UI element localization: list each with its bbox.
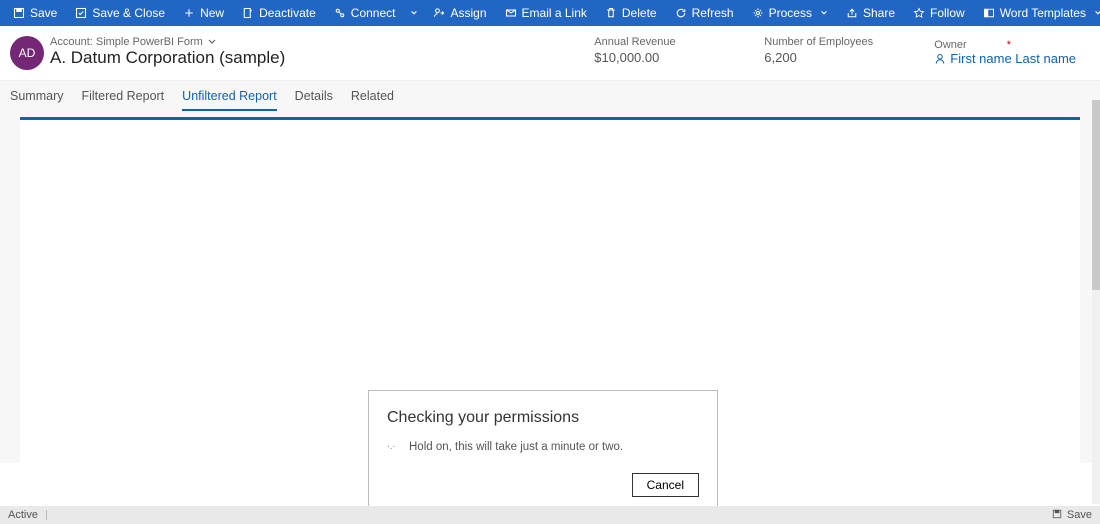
dialog-message: Hold on, this will take just a minute or… <box>409 441 623 453</box>
header-field-owner: Owner * First name Last name <box>934 36 1076 66</box>
star-icon <box>913 7 925 19</box>
connect-label: Connect <box>351 6 396 20</box>
process-label: Process <box>769 6 812 20</box>
share-icon <box>846 7 858 19</box>
assign-icon <box>433 7 445 19</box>
chevron-down-icon <box>1094 9 1100 17</box>
owner-label: Owner <box>934 39 966 51</box>
process-button[interactable]: Process <box>743 0 837 26</box>
permissions-dialog: Checking your permissions ∙.∙ Hold on, t… <box>368 390 718 512</box>
status-bar: Active Save <box>0 506 1100 524</box>
required-marker: * <box>1007 39 1011 51</box>
employees-value: 6,200 <box>764 50 874 65</box>
header-field-employees: Number of Employees 6,200 <box>764 36 874 66</box>
word-icon <box>983 7 995 19</box>
owner-value-link[interactable]: First name Last name <box>934 51 1076 66</box>
record-header: AD Account: Simple PowerBI Form A. Datum… <box>0 26 1100 80</box>
new-button[interactable]: New <box>174 0 233 26</box>
breadcrumb[interactable]: Account: Simple PowerBI Form <box>50 36 594 48</box>
chevron-down-icon <box>207 37 217 47</box>
trash-icon <box>605 7 617 19</box>
footer-save-label: Save <box>1067 509 1092 521</box>
connect-button[interactable]: Connect <box>325 0 405 26</box>
record-name: A. Datum Corporation (sample) <box>50 48 594 68</box>
annual-revenue-label: Annual Revenue <box>594 36 704 48</box>
breadcrumb-text: Account: Simple PowerBI Form <box>50 36 203 48</box>
person-icon <box>934 53 946 65</box>
share-label: Share <box>863 6 895 20</box>
word-templates-button[interactable]: Word Templates <box>974 0 1100 26</box>
save-label: Save <box>30 6 57 20</box>
save-close-button[interactable]: Save & Close <box>66 0 174 26</box>
header-field-annual-revenue: Annual Revenue $10,000.00 <box>594 36 704 66</box>
refresh-button[interactable]: Refresh <box>666 0 743 26</box>
email-icon <box>505 7 517 19</box>
command-bar: Save Save & Close New Deactivate Connect… <box>0 0 1100 26</box>
avatar: AD <box>10 36 44 70</box>
spinner-icon: ∙.∙ <box>387 441 399 453</box>
dialog-title: Checking your permissions <box>387 409 699 427</box>
tab-related[interactable]: Related <box>351 81 394 111</box>
footer-save-button[interactable]: Save <box>1052 509 1092 522</box>
email-link-button[interactable]: Email a Link <box>496 0 596 26</box>
annual-revenue-value: $10,000.00 <box>594 50 704 65</box>
vertical-scrollbar[interactable] <box>1092 100 1100 504</box>
connect-dropdown[interactable] <box>404 0 424 26</box>
assign-button[interactable]: Assign <box>424 0 495 26</box>
follow-button[interactable]: Follow <box>904 0 974 26</box>
scrollbar-thumb[interactable] <box>1092 100 1100 290</box>
employees-label: Number of Employees <box>764 36 874 48</box>
tab-unfiltered-report[interactable]: Unfiltered Report <box>182 81 277 111</box>
save-close-icon <box>75 7 87 19</box>
save-close-label: Save & Close <box>92 6 165 20</box>
owner-value-text: First name Last name <box>950 51 1076 66</box>
word-templates-label: Word Templates <box>1000 6 1086 20</box>
tab-filtered-report[interactable]: Filtered Report <box>81 81 164 111</box>
deactivate-label: Deactivate <box>259 6 316 20</box>
email-link-label: Email a Link <box>522 6 587 20</box>
follow-label: Follow <box>930 6 965 20</box>
tab-details[interactable]: Details <box>295 81 333 111</box>
delete-button[interactable]: Delete <box>596 0 666 26</box>
separator <box>46 510 47 520</box>
new-label: New <box>200 6 224 20</box>
save-icon <box>13 7 25 19</box>
refresh-icon <box>675 7 687 19</box>
deactivate-button[interactable]: Deactivate <box>233 0 325 26</box>
delete-label: Delete <box>622 6 657 20</box>
deactivate-icon <box>242 7 254 19</box>
tab-summary[interactable]: Summary <box>10 81 63 111</box>
save-icon <box>1052 509 1062 522</box>
gear-icon <box>752 7 764 19</box>
save-button[interactable]: Save <box>4 0 66 26</box>
chevron-down-icon <box>820 9 828 17</box>
status-text: Active <box>8 509 38 521</box>
assign-label: Assign <box>450 6 486 20</box>
connect-icon <box>334 7 346 19</box>
chevron-down-icon <box>410 9 418 17</box>
share-button[interactable]: Share <box>837 0 904 26</box>
cancel-button[interactable]: Cancel <box>632 473 699 497</box>
plus-icon <box>183 7 195 19</box>
refresh-label: Refresh <box>692 6 734 20</box>
